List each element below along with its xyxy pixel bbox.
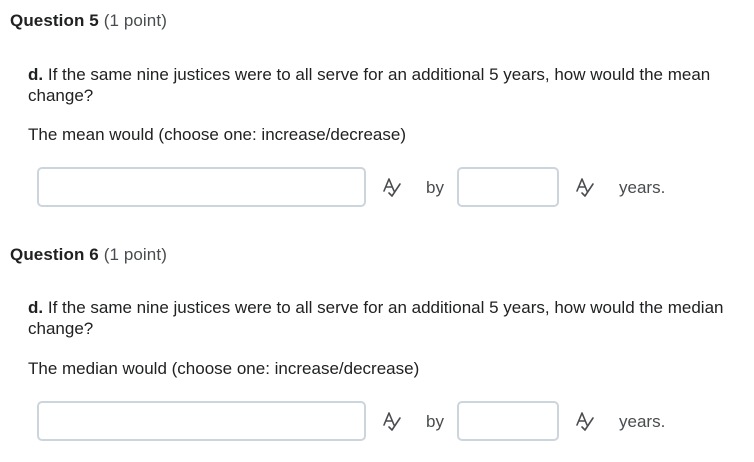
amount-answer-input[interactable] xyxy=(457,401,559,441)
question-points: (1 point) xyxy=(103,11,167,30)
question-prompt: d. If the same nine justices were to all… xyxy=(28,297,748,339)
prompt-text: If the same nine justices were to all se… xyxy=(28,298,724,338)
question-points: (1 point) xyxy=(103,245,167,264)
question-title: Question 6 (1 point) xyxy=(10,244,167,266)
prompt-part-label: d. xyxy=(28,65,44,84)
prompt-part-label: d. xyxy=(28,298,44,317)
prompt-text: If the same nine justices were to all se… xyxy=(28,65,711,105)
question-number: Question 5 xyxy=(10,11,99,30)
spellcheck-icon[interactable] xyxy=(381,410,403,432)
question-5: Question 5 (1 point) d. If the same nine… xyxy=(0,10,754,230)
unit-label: years. xyxy=(619,412,666,431)
unit-label: years. xyxy=(619,178,666,197)
amount-answer-input[interactable] xyxy=(457,167,559,207)
direction-answer-input[interactable] xyxy=(37,401,366,441)
answer-instruction: The median would (choose one: increase/d… xyxy=(28,359,420,378)
spellcheck-icon[interactable] xyxy=(574,410,596,432)
by-label: by xyxy=(426,412,444,431)
answer-row: by years. xyxy=(0,401,754,445)
spellcheck-icon[interactable] xyxy=(381,176,403,198)
by-label: by xyxy=(426,178,444,197)
answer-instruction: The mean would (choose one: increase/dec… xyxy=(28,125,406,144)
direction-answer-input[interactable] xyxy=(37,167,366,207)
question-title: Question 5 (1 point) xyxy=(10,10,167,32)
spellcheck-icon[interactable] xyxy=(574,176,596,198)
question-number: Question 6 xyxy=(10,245,99,264)
answer-row: by years. xyxy=(0,167,754,211)
question-6: Question 6 (1 point) d. If the same nine… xyxy=(0,244,754,462)
question-prompt: d. If the same nine justices were to all… xyxy=(28,64,748,106)
